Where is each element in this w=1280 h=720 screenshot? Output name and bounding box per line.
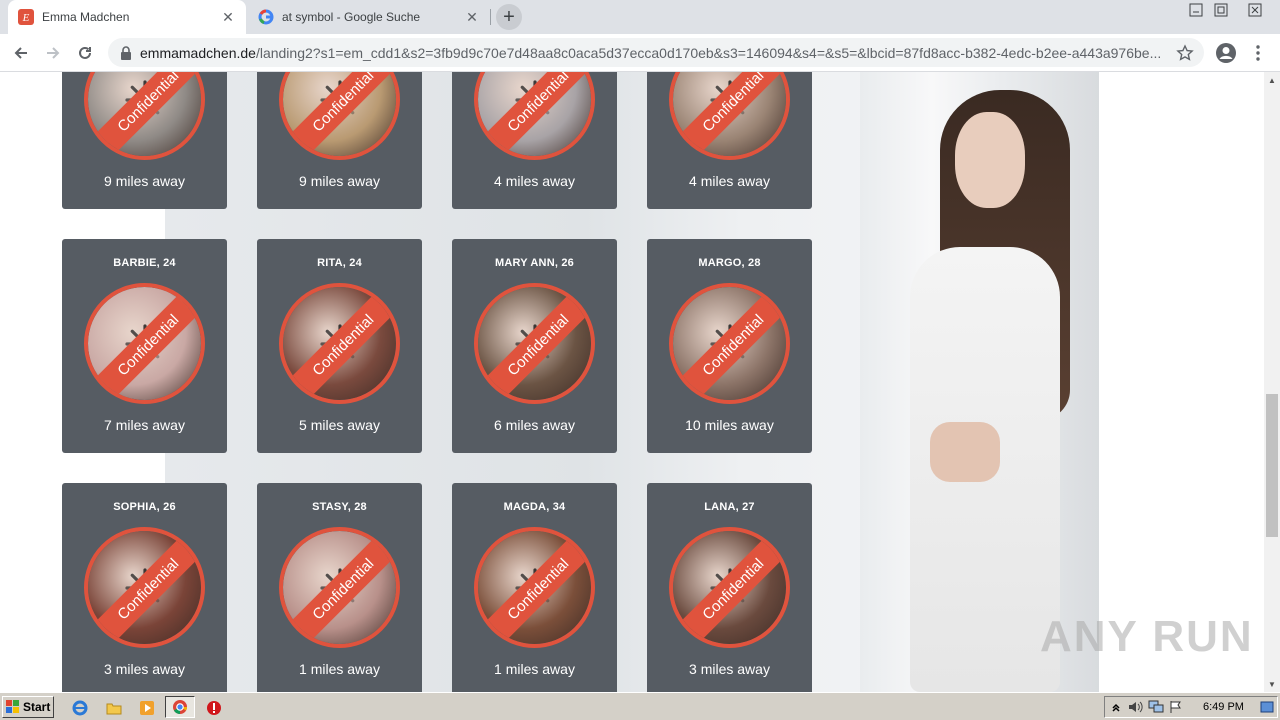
kebab-menu-icon[interactable] — [1248, 41, 1268, 65]
profile-name: SOPHIA, 26 — [113, 501, 176, 513]
profile-distance: 10 miles away — [685, 417, 774, 433]
profile-card[interactable]: MARGO, 28 Confidential 10 miles away — [647, 239, 812, 453]
profile-card[interactable]: Confidential 9 miles away — [62, 72, 227, 209]
profile-card[interactable]: LANA, 27 Confidential 3 miles away — [647, 483, 812, 692]
emma-favicon-icon: E — [18, 9, 34, 25]
new-tab-button[interactable]: + — [496, 4, 522, 30]
forward-arrow-icon[interactable] — [38, 38, 68, 68]
profile-name: MARGO, 28 — [698, 257, 761, 269]
window-restore-icon[interactable] — [1209, 0, 1233, 20]
profile-card[interactable]: SOPHIA, 26 Confidential 3 miles away — [62, 483, 227, 692]
url-path: /landing2?s1=em_cdd1&s2=3fb9d9c70e7d48aa… — [255, 44, 1162, 61]
scrollbar-thumb[interactable] — [1266, 394, 1278, 537]
profile-avatar[interactable]: Confidential — [474, 527, 595, 648]
profile-card[interactable]: STASY, 28 Confidential 1 miles away — [257, 483, 422, 692]
profile-name: MARY ANN, 26 — [494, 257, 574, 269]
ie-icon[interactable] — [70, 698, 90, 718]
tab-close-icon[interactable]: ✕ — [464, 9, 480, 25]
profile-card[interactable]: Confidential 9 miles away — [257, 72, 422, 209]
volume-icon[interactable] — [1127, 699, 1145, 715]
profile-name: LANA, 27 — [704, 501, 755, 513]
profile-avatar[interactable]: Confidential — [84, 283, 205, 404]
watermark: ANY RUN — [1040, 612, 1254, 661]
profile-name: BARBIE, 24 — [113, 257, 176, 269]
profile-avatar[interactable]: Confidential — [84, 72, 205, 160]
profile-card[interactable]: Confidential 4 miles away — [452, 72, 617, 209]
hero-model-face — [955, 112, 1025, 208]
profile-avatar[interactable]: Confidential — [279, 72, 400, 160]
profile-distance: 1 miles away — [299, 661, 380, 677]
page-viewport: ANY RUN Confidential 9 miles away Confiden… — [0, 72, 1264, 692]
profile-distance: 4 miles away — [494, 173, 575, 189]
browser-toolbar: emmamadchen.de/landing2?s1=em_cdd1&s2=3f… — [0, 34, 1280, 72]
tab-title: at symbol - Google Suche — [282, 10, 421, 24]
tab-separator — [490, 9, 491, 25]
action-center-flag-icon[interactable] — [1167, 699, 1185, 715]
profile-distance: 6 miles away — [494, 417, 575, 433]
profile-avatar[interactable]: Confidential — [474, 283, 595, 404]
profile-avatar[interactable]: Confidential — [474, 72, 595, 160]
reload-icon[interactable] — [70, 38, 100, 68]
system-tray: 6:49 PM — [1104, 696, 1278, 718]
url-host: emmamadchen.de — [140, 44, 256, 61]
profile-avatar[interactable]: Confidential — [84, 527, 205, 648]
profile-card[interactable]: MAGDA, 34 Confidential 1 miles away — [452, 483, 617, 692]
tab-title: Emma Madchen — [42, 10, 130, 24]
profile-card[interactable]: RITA, 24 Confidential 5 miles away — [257, 239, 422, 453]
window-minimize-icon[interactable] — [1184, 0, 1208, 20]
back-arrow-icon[interactable] — [6, 38, 36, 68]
profile-distance: 1 miles away — [494, 661, 575, 677]
windows-flag-icon — [6, 700, 19, 713]
start-button[interactable]: Start — [2, 696, 54, 718]
window-close-icon[interactable] — [1238, 0, 1272, 20]
star-icon[interactable] — [1174, 42, 1196, 64]
profile-distance: 3 miles away — [104, 661, 185, 677]
profile-avatar[interactable]: Confidential — [279, 283, 400, 404]
profile-distance: 9 miles away — [299, 173, 380, 189]
profile-avatar[interactable]: Confidential — [669, 72, 790, 160]
lock-icon[interactable] — [120, 45, 132, 60]
account-icon[interactable] — [1214, 41, 1238, 65]
profile-distance: 4 miles away — [689, 173, 770, 189]
profile-distance: 3 miles away — [689, 661, 770, 677]
profile-name: RITA, 24 — [317, 257, 362, 269]
profile-card[interactable]: MARY ANN, 26 Confidential 6 miles away — [452, 239, 617, 453]
profile-avatar[interactable]: Confidential — [669, 283, 790, 404]
tab-strip: E Emma Madchen ✕ at symbol - Google Such… — [0, 0, 1280, 34]
scroll-up-icon[interactable]: ▲ — [1264, 72, 1280, 88]
tab-close-icon[interactable]: ✕ — [220, 9, 236, 25]
profile-avatar[interactable]: Confidential — [669, 527, 790, 648]
profile-card[interactable]: BARBIE, 24 Confidential 7 miles away — [62, 239, 227, 453]
tab-google-search[interactable]: at symbol - Google Suche ✕ — [248, 0, 490, 34]
profile-avatar[interactable]: Confidential — [279, 527, 400, 648]
svg-text:E: E — [22, 12, 30, 24]
scroll-down-icon[interactable]: ▼ — [1264, 676, 1280, 692]
network-icon[interactable] — [1147, 699, 1165, 715]
profile-name: STASY, 28 — [312, 501, 367, 513]
show-desktop-icon[interactable] — [1258, 699, 1276, 715]
profile-distance: 9 miles away — [104, 173, 185, 189]
media-player-icon[interactable] — [137, 698, 157, 718]
antivirus-icon[interactable] — [204, 698, 224, 718]
profile-distance: 7 miles away — [104, 417, 185, 433]
profile-card[interactable]: Confidential 4 miles away — [647, 72, 812, 209]
profile-distance: 5 miles away — [299, 417, 380, 433]
system-clock: 6:49 PM — [1203, 701, 1244, 713]
chrome-icon[interactable] — [165, 696, 195, 718]
address-bar[interactable]: emmamadchen.de/landing2?s1=em_cdd1&s2=3f… — [108, 38, 1204, 67]
hero-model-waist — [930, 422, 1000, 482]
google-favicon-icon — [258, 9, 274, 25]
windows-taskbar: Start 6:49 PM — [0, 692, 1280, 720]
start-label: Start — [23, 700, 51, 714]
folder-icon[interactable] — [104, 698, 124, 718]
tray-expand-icon[interactable] — [1107, 699, 1125, 715]
tab-emma-madchen[interactable]: E Emma Madchen ✕ — [8, 0, 246, 34]
profile-name: MAGDA, 34 — [503, 501, 566, 513]
page-scrollbar[interactable]: ▲ ▼ — [1264, 72, 1280, 692]
